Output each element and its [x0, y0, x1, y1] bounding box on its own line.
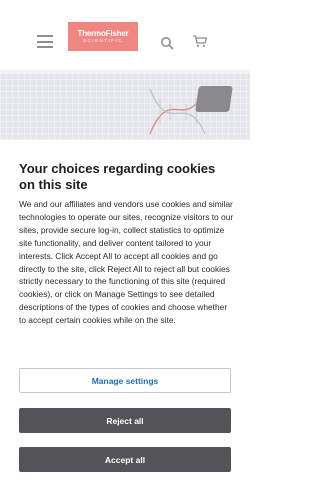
- modal-backdrop: [0, 0, 250, 140]
- accept-all-button[interactable]: Accept all: [19, 447, 231, 472]
- manage-settings-button[interactable]: Manage settings: [19, 368, 231, 393]
- cookie-consent-panel: Your choices regarding cookies on this s…: [0, 140, 250, 498]
- cookie-title: Your choices regarding cookies on this s…: [19, 161, 216, 192]
- reject-all-button[interactable]: Reject all: [19, 408, 231, 433]
- cookie-description: We and our affiliates and vendors use co…: [19, 199, 234, 326]
